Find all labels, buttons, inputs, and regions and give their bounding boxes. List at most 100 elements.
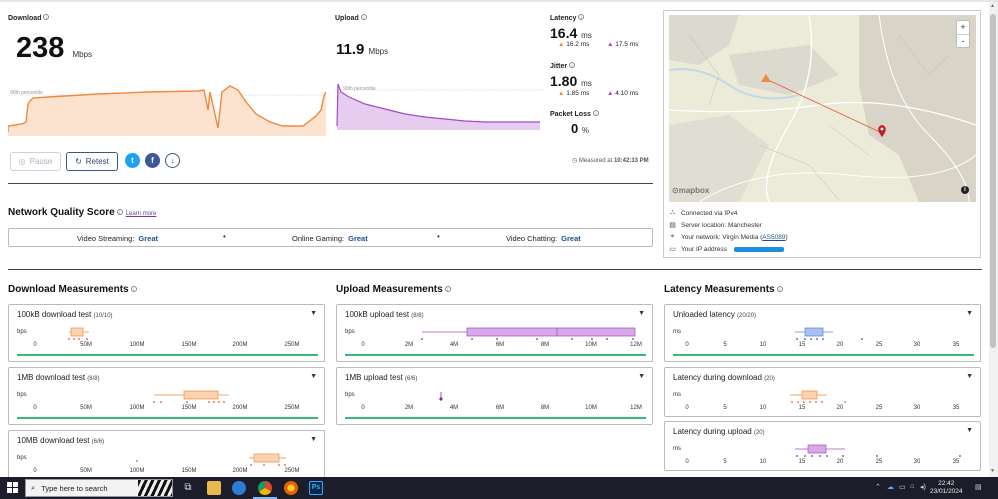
taskbar-search-box[interactable]: ⌕ Type here to search [25,479,173,497]
firefox-browser-icon[interactable] [284,481,298,495]
chrome-browser-icon[interactable] [258,481,272,495]
axis-tick: 50M [80,342,92,348]
photoshop-icon[interactable]: Ps [309,481,323,495]
download-percentile-label: 90th percentile [10,90,43,96]
info-icon[interactable]: i [130,286,137,292]
network-quality-box: Video Streaming: Great • Online Gaming: Gr… [8,228,653,247]
jitter-down: ▲ 1.85 ms [558,90,590,97]
mapbox-logo[interactable]: ⊙mapbox [672,186,709,195]
card-dl-10m[interactable]: 10MB download test (6/6) ▼ bps 0 50M 100… [8,430,325,477]
axis-tick: 25 [876,405,883,411]
scrollbar-thumb[interactable] [990,14,996,348]
axis-tick: 250M [284,405,299,411]
clock-time: 22:42 [938,480,955,487]
edge-browser-icon[interactable] [232,481,246,495]
axis-tick: 50M [80,468,92,474]
twitter-share-button[interactable]: t [125,153,140,168]
info-icon[interactable]: i [116,209,123,215]
axis-tick: 15 [799,405,806,411]
windows-start-button[interactable] [7,482,19,494]
zoom-in-button[interactable]: + [957,21,969,35]
server-location: ▤ Server location: Manchester [669,221,762,230]
axis-tick: 2M [405,405,413,411]
asn-link[interactable]: AS5089 [762,234,785,241]
info-icon[interactable]: i [444,286,451,292]
info-icon[interactable]: i [592,110,599,116]
battery-icon[interactable]: ▭ [899,483,906,491]
download-results-button[interactable]: ↓ [165,153,180,168]
packet-loss-value: 0 % [571,121,589,136]
download-label: Download i [8,14,50,22]
latency-down: ▲ 16.2 ms [558,41,590,48]
axis-tick: 25 [876,342,883,348]
card-lat-download[interactable]: Latency during download (20) ▼ ms 0 5 10… [664,367,981,417]
facebook-share-button[interactable]: f [145,153,160,168]
info-icon[interactable]: i [578,14,585,20]
taskbar: ⌕ Type here to search ⧉ Ps ⌃ ☁ ▭ ⌂ ◂) 22… [0,477,998,499]
axis-tick: 0 [685,342,689,348]
network-icon: ⛬ [670,209,675,216]
axis-tick: 15 [799,342,806,348]
scroll-down-arrow-icon[interactable]: ▼ [990,468,995,474]
boxplot-dl-10m: 0 50M 100M 150M 200M 250M [33,453,300,474]
map-info-icon[interactable]: i [961,186,969,194]
tray-chevron-icon[interactable]: ⌃ [875,483,881,491]
info-icon[interactable]: i [569,62,576,68]
facebook-icon: f [151,156,154,165]
axis-tick: 30 [914,405,921,411]
your-ip: ▭ Your IP address [669,245,784,253]
card-ul-100k[interactable]: 100kB upload test (8/8) ▼ bps 0 2M 4M 6M… [336,304,653,362]
axis-tick: 50M [80,405,92,411]
notifications-icon[interactable]: ▤ [975,483,982,491]
card-ul-1m[interactable]: 1MB upload test (6/6) ▼ bps 0 2M 4M 6M 8… [336,367,653,425]
volume-icon[interactable]: ◂) [920,483,926,491]
info-icon[interactable]: i [43,14,50,20]
zoom-controls: + - [956,20,970,48]
retest-button[interactable]: ↻ Retest [66,152,118,171]
network-tray-icon[interactable]: ⌂ [910,483,914,490]
nq-video-chatting: Video Chatting: Great [506,234,581,243]
task-view-icon[interactable]: ⧉ [181,481,195,495]
axis-tick: 35 [953,405,960,411]
latency-label: Latency i [550,14,585,22]
upload-arrow-icon: ▲ [607,41,614,48]
card-lat-upload[interactable]: Latency during upload (20) ▼ ms 0 5 10 1… [664,421,981,471]
search-placeholder: Type here to search [41,483,108,493]
map[interactable] [669,15,976,202]
refresh-icon: ↻ [75,157,82,166]
scroll-up-arrow-icon[interactable]: ▲ [990,3,995,9]
file-explorer-icon[interactable] [207,481,221,495]
zebra-search-highlight-image [138,480,172,496]
boxplot-ul-1m: 0 2M 4M 6M 8M 10M 12M [345,392,646,419]
info-icon[interactable]: i [360,14,367,20]
axis-tick: 8M [541,405,549,411]
latency-up: ▲ 17.5 ms [607,41,639,48]
learn-more-link[interactable]: Learn more [126,211,157,217]
axis-tick: 100M [129,342,144,348]
upload-measurements-title: Upload Measurements i [336,284,451,295]
axis-tick: 200M [232,468,247,474]
pause-button[interactable]: ◎ Pause [10,152,61,171]
axis-tick: 2M [405,342,413,348]
axis-tick: 100M [129,468,144,474]
upload-arrow-icon: ▲ [607,90,614,97]
taskbar-clock[interactable]: 22:42 23/01/2024 [930,480,963,496]
axis-tick: 20 [837,342,844,348]
separator-dot: • [437,232,440,241]
axis-tick: 0 [685,459,689,465]
download-value: 238 Mbps [16,32,93,64]
card-dl-100k[interactable]: 100kB download test (10/10) ▼ bps 0 50M … [8,304,325,362]
separator-dot: • [223,232,226,241]
axis-tick: 12M [630,342,642,348]
speed-test-page: Download i 238 Mbps 90th percentile Uploa… [0,0,998,477]
zoom-out-button[interactable]: - [957,35,969,48]
divider [8,269,982,270]
onedrive-cloud-icon[interactable]: ☁ [887,483,894,491]
card-dl-1m[interactable]: 1MB download test (8/8) ▼ bps 0 50M 100M… [8,367,325,425]
axis-tick: 4M [450,342,458,348]
info-icon[interactable]: i [776,286,783,292]
clock-date: 23/01/2024 [930,488,963,495]
divider [8,183,653,184]
axis-tick: 35 [953,342,960,348]
card-lat-unloaded[interactable]: Unloaded latency (20/20) ▼ ms 0 5 10 15 … [664,304,981,362]
